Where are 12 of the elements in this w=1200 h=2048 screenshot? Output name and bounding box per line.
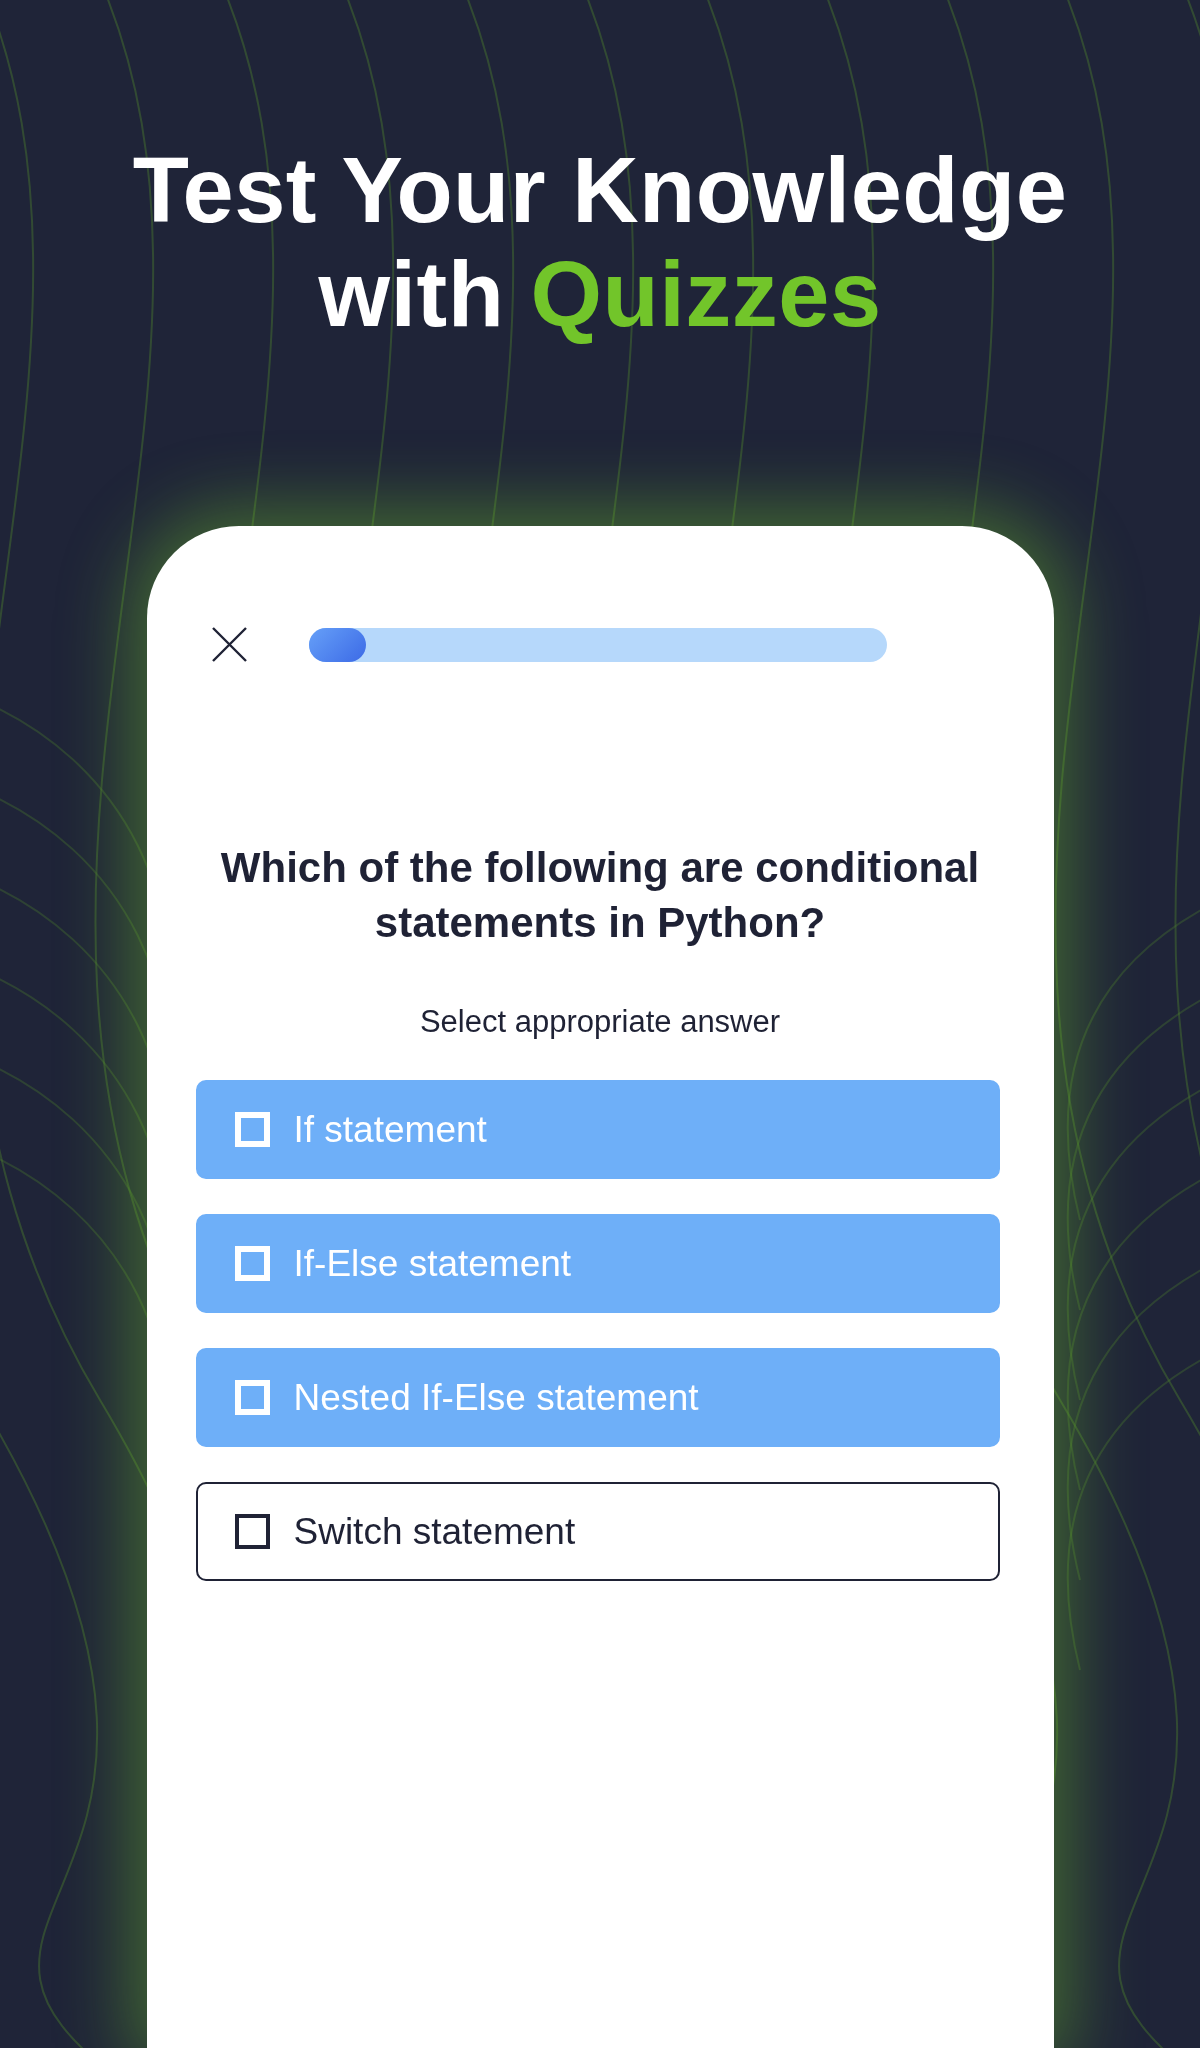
checkbox-icon bbox=[234, 1514, 270, 1549]
checkbox-icon bbox=[234, 1380, 270, 1415]
close-icon[interactable] bbox=[211, 627, 247, 662]
answer-option[interactable]: Nested If-Else statement bbox=[195, 1348, 1000, 1447]
checkbox-icon bbox=[234, 1246, 270, 1281]
checkbox-icon bbox=[234, 1112, 270, 1147]
answer-option[interactable]: If statement bbox=[195, 1080, 1000, 1179]
answer-option[interactable]: If-Else statement bbox=[195, 1214, 1000, 1313]
question-text: Which of the following are conditional statements in Python? bbox=[219, 843, 981, 948]
answer-option[interactable]: Switch statement bbox=[195, 1482, 1000, 1581]
headline: Test Your Knowledge with Quizzes bbox=[131, 138, 1069, 346]
instruction-text: Select appropriate answer bbox=[419, 1004, 781, 1040]
